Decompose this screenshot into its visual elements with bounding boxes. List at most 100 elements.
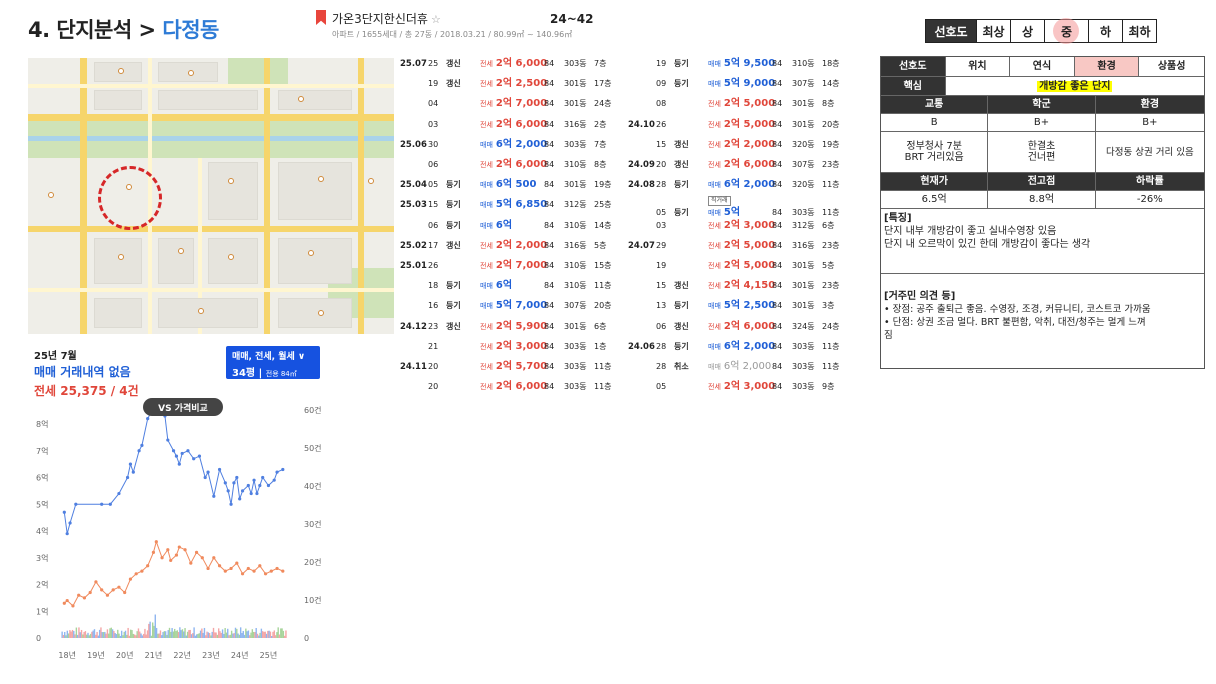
series-point	[275, 470, 279, 474]
transaction-row[interactable]: 25.06 30 매매 6억 2,000 84 303동 7층	[400, 139, 620, 151]
volume-bar	[98, 629, 101, 638]
series-point	[203, 475, 207, 480]
tab-location[interactable]: 위치	[945, 57, 1011, 77]
transaction-row[interactable]: 05 등기 매매 5억 84 303동 11층 직거래	[628, 196, 848, 219]
y-right-tick: 0	[304, 634, 309, 643]
tx-floor: 3층	[822, 301, 835, 311]
location-map[interactable]	[28, 58, 394, 334]
tx-size: 84	[544, 119, 555, 129]
tx-size: 84	[544, 220, 555, 230]
series-point	[261, 475, 265, 480]
x-tick: 20년	[116, 650, 134, 660]
transaction-row[interactable]: 24.06 28 등기 매매 6억 2,000 84 303동 11층	[628, 341, 848, 353]
tx-size: 84	[772, 261, 783, 270]
volume-bar	[113, 631, 115, 638]
volume-bar	[177, 632, 180, 638]
deal-type-filter[interactable]: 매매, 전세, 월세 ∨ 34평 | 전용 84㎡	[226, 346, 320, 379]
series-point	[281, 569, 285, 573]
tx-building: 301동	[564, 180, 587, 190]
tx-month: 24.12	[400, 321, 427, 332]
volume-bar	[180, 630, 182, 638]
transaction-row[interactable]: 25.07 25 갱신 전세 2억 6,000 84 303동 7층	[400, 58, 620, 70]
tx-price: 매매 6억 2,000	[708, 361, 772, 372]
transaction-row[interactable]: 24.09 20 갱신 전세 2억 6,000 84 307동 23층	[628, 159, 848, 171]
transaction-row[interactable]: 05 전세 2억 3,000 84 303동 9층	[628, 381, 848, 393]
tx-month: 25.07	[400, 59, 427, 69]
transaction-row[interactable]: 21 전세 2억 3,000 84 303동 1층	[400, 341, 620, 353]
title-region[interactable]: 다정동	[162, 18, 219, 42]
transaction-row[interactable]: 15 갱신 전세 2억 4,150 84 301동 23층	[628, 280, 848, 292]
bookmark-icon[interactable]	[316, 10, 326, 25]
transaction-row[interactable]: 18 등기 매매 6억 84 310동 11층	[400, 280, 620, 292]
transaction-row[interactable]: 13 등기 매매 5억 2,500 84 301동 3층	[628, 300, 848, 312]
tab-product[interactable]: 상품성	[1139, 57, 1204, 77]
transaction-row[interactable]: 25.01 26 전세 2억 7,000 84 310동 15층	[400, 260, 620, 272]
tx-floor: 1층	[594, 341, 607, 351]
transaction-row[interactable]: 15 갱신 전세 2억 2,000 84 320동 19층	[628, 139, 848, 151]
transaction-row[interactable]: 03 전세 2억 6,000 84 316동 2층	[400, 119, 620, 131]
transaction-row[interactable]: 03 전세 2억 3,000 84 312동 6층	[628, 220, 848, 232]
favorite-star-icon[interactable]: ☆	[431, 13, 441, 26]
volume-bar	[127, 627, 129, 638]
tx-status: 갱신	[674, 321, 689, 331]
pref-level-top[interactable]: 최상	[976, 20, 1010, 42]
transaction-row[interactable]: 09 등기 매매 5억 9,000 84 307동 14층	[628, 78, 848, 90]
volume-bar	[274, 635, 277, 638]
tx-month: 25.04	[400, 180, 427, 191]
transaction-row[interactable]: 06 등기 매매 6억 84 310동 14층	[400, 220, 620, 232]
series-point	[151, 550, 156, 554]
tx-size: 84	[772, 180, 783, 190]
volume-bar	[166, 634, 168, 638]
transaction-row[interactable]: 06 갱신 전세 2억 6,000 84 324동 24층	[628, 321, 848, 333]
tx-status: 갱신	[446, 240, 461, 250]
vs-compare-button[interactable]: VS 가격비교	[143, 398, 223, 416]
transaction-row[interactable]: 25.03 15 등기 매매 5억 6,850 84 312동 25층	[400, 199, 620, 211]
tx-building: 310동	[564, 160, 587, 169]
tab-environment[interactable]: 환경	[1074, 57, 1140, 77]
transaction-row[interactable]: 16 등기 매매 5억 7,000 84 307동 20층	[400, 300, 620, 312]
summary-sale: 매매 거래내역 없음	[34, 365, 131, 379]
volume-bar	[228, 635, 230, 638]
transaction-row[interactable]: 28 취소 매매 6억 2,000 84 303동 11층	[628, 361, 848, 373]
tx-building: 303동	[564, 139, 587, 149]
volume-bar	[131, 630, 133, 638]
pref-level-lowest[interactable]: 최하	[1122, 20, 1156, 42]
series-point	[140, 569, 144, 573]
transaction-row[interactable]: 24.10 26 전세 2억 5,000 84 301동 20층	[628, 119, 848, 131]
tx-size: 84	[772, 301, 783, 311]
transaction-row[interactable]: 25.04 05 등기 매매 6억 500 84 301동 19층	[400, 179, 620, 191]
pref-level-high[interactable]: 상	[1010, 20, 1044, 42]
transaction-row[interactable]: 24.07 29 전세 2억 5,000 84 316동 23층	[628, 240, 848, 252]
tx-building: 301동	[792, 261, 815, 270]
tx-floor: 11층	[822, 180, 840, 190]
tab-age[interactable]: 연식	[1010, 57, 1075, 77]
transaction-row[interactable]: 24.08 28 등기 매매 6억 2,000 84 320동 11층	[628, 179, 848, 191]
transaction-row[interactable]: 25.02 17 갱신 전세 2억 2,000 84 316동 5층	[400, 240, 620, 252]
pref-level-low[interactable]: 하	[1088, 20, 1122, 42]
tab-preference[interactable]: 선호도	[881, 57, 946, 77]
transaction-row[interactable]: 08 전세 2억 5,000 84 301동 8층	[628, 98, 848, 110]
volume-bar	[154, 614, 156, 638]
series-point	[100, 502, 104, 506]
volume-bar	[236, 628, 238, 638]
transaction-row[interactable]: 24.12 23 갱신 전세 2억 5,900 84 301동 6층	[400, 321, 620, 333]
tx-price: 전세 2억 2,000	[480, 239, 548, 251]
transaction-row[interactable]: 19 전세 2억 5,000 84 301동 5층	[628, 260, 848, 272]
tx-price: 전세 2억 7,000	[480, 98, 548, 110]
transaction-row[interactable]: 06 전세 2억 6,000 84 310동 8층	[400, 159, 620, 171]
transaction-row[interactable]: 19 갱신 전세 2억 2,500 84 301동 17층	[400, 78, 620, 90]
volume-bar	[214, 632, 216, 638]
series-point	[200, 556, 204, 560]
transaction-row[interactable]: 24.11 20 전세 2억 5,700 84 303동 11층	[400, 361, 620, 373]
tx-day: 08	[656, 99, 667, 109]
volume-bar	[201, 628, 203, 638]
transaction-row[interactable]: 20 전세 2억 6,000 84 303동 11층	[400, 381, 620, 393]
pref-level-mid[interactable]: 중	[1044, 18, 1088, 44]
tx-price: 전세 2억 3,000	[708, 381, 776, 393]
volume-bar	[267, 630, 269, 638]
volume-bar	[158, 633, 160, 638]
transaction-row[interactable]: 04 전세 2억 7,000 84 301동 24층	[400, 98, 620, 110]
transaction-row[interactable]: 19 등기 매매 5억 9,500 84 310동 18층	[628, 58, 848, 70]
volume-bar	[264, 631, 266, 638]
header-transport: 교통	[881, 96, 989, 114]
